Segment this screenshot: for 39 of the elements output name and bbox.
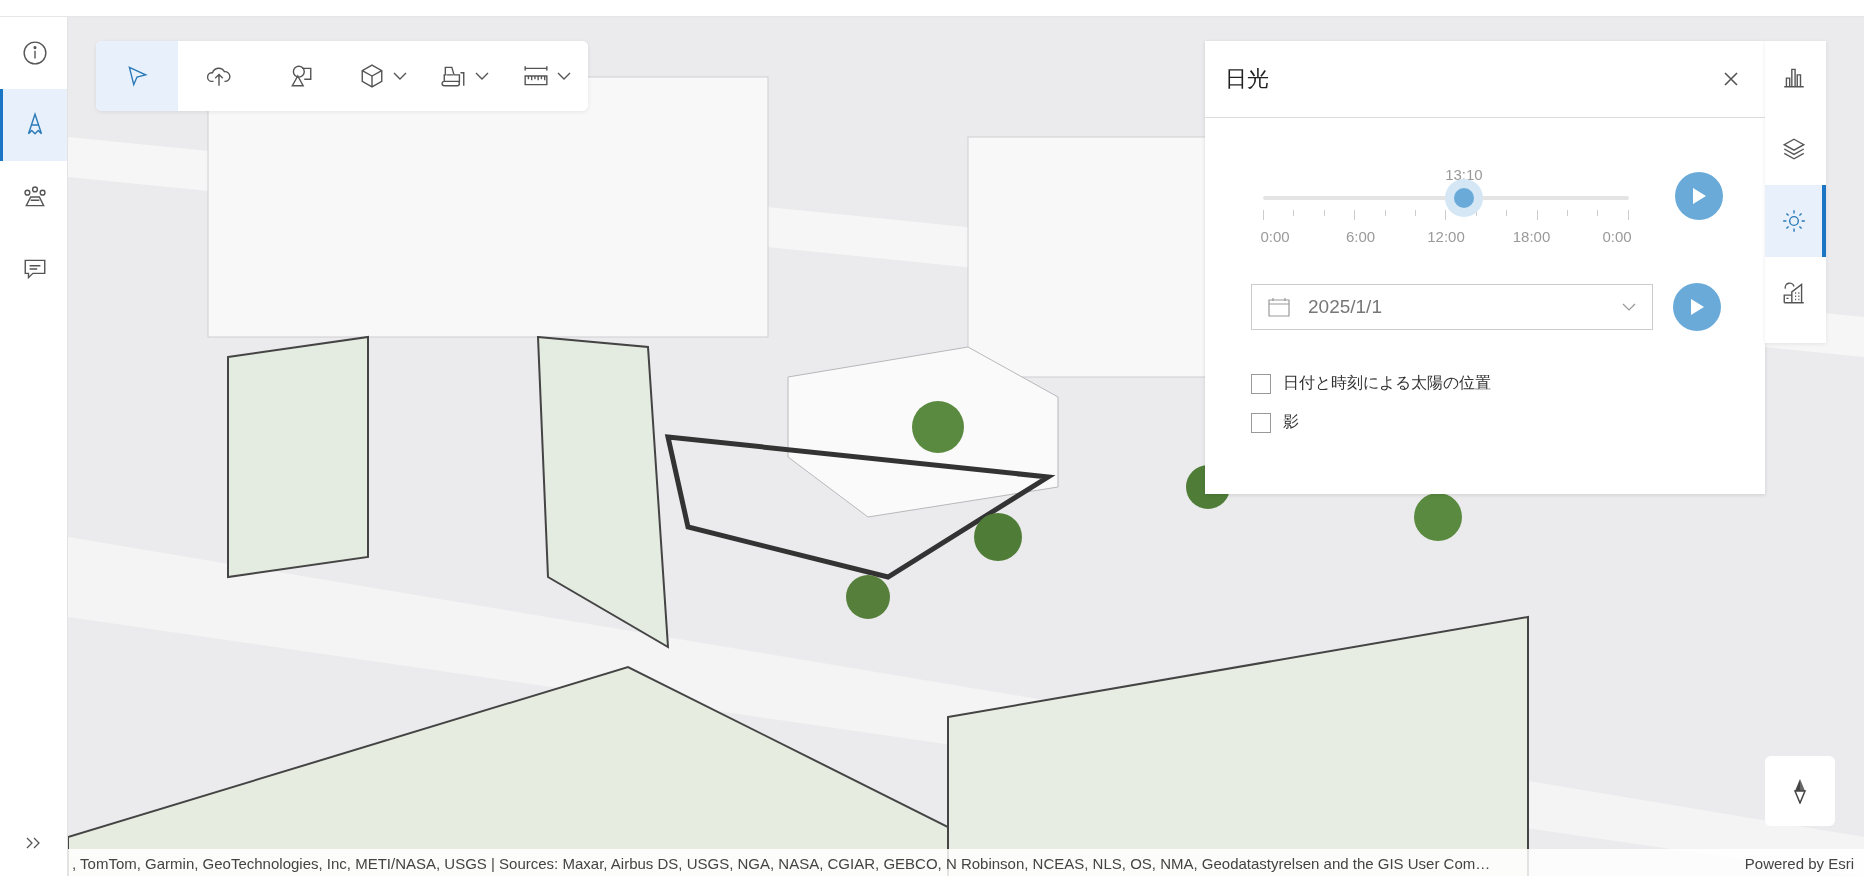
- cube-icon: [359, 63, 385, 89]
- sidebar-button[interactable]: [1765, 113, 1826, 185]
- checkbox-label: 影: [1283, 412, 1299, 432]
- caret-icon: [393, 71, 407, 81]
- info-icon: [22, 40, 48, 66]
- sidebar-button[interactable]: [0, 89, 67, 161]
- sidebar-button[interactable]: [1765, 257, 1826, 329]
- sun-icon: [1780, 208, 1807, 234]
- play-icon: [1690, 185, 1708, 206]
- time-label: 13:10: [1445, 166, 1483, 183]
- play-button[interactable]: [1675, 171, 1723, 220]
- panel-title: 日光: [1225, 65, 1269, 93]
- play-icon: [1688, 297, 1706, 317]
- layers-icon: [1780, 136, 1807, 162]
- date-field[interactable]: 2025/1/1: [1251, 284, 1653, 330]
- caret-icon: [475, 71, 489, 81]
- time-slider[interactable]: [1263, 179, 1629, 217]
- calendar-icon: [1268, 297, 1290, 317]
- tick-label: 0:00: [1259, 228, 1291, 245]
- checkbox-label: 日付と時刻による太陽の位置: [1283, 373, 1491, 393]
- checkbox[interactable]: [1251, 373, 1271, 394]
- play-button[interactable]: [1673, 283, 1721, 331]
- tool-button[interactable]: [178, 41, 260, 111]
- tick-label: 12:00: [1426, 228, 1466, 245]
- sidebar-button[interactable]: [1765, 185, 1826, 257]
- tick-label: 6:00: [1344, 228, 1377, 245]
- compass-icon: [1793, 778, 1807, 804]
- compass-button[interactable]: [1765, 756, 1835, 826]
- tool-button[interactable]: [506, 41, 588, 111]
- caret-icon: [557, 71, 571, 81]
- attribution-text: , TomTom, Garmin, GeoTechnologies, Inc, METI/NASA, USGS | Sources: Maxar, Airbus DS, USGS, NGA, NASA, CGIAR, GEBCO, N Robinson, NCEAS, NLS, OS, NMA, Geodatastyrelsen and the GIS User Com…: [72, 854, 1491, 872]
- close-icon: [1723, 71, 1739, 87]
- powered-by-link[interactable]: Powered by Esri: [1744, 854, 1854, 872]
- tick-label: 18:00: [1511, 228, 1552, 245]
- sidebar-button[interactable]: [1765, 41, 1826, 113]
- slider-thumb[interactable]: [1444, 179, 1483, 217]
- tick-label: 0:00: [1601, 228, 1633, 245]
- chevron-down-icon: [1622, 303, 1636, 311]
- checkbox[interactable]: [1251, 412, 1271, 433]
